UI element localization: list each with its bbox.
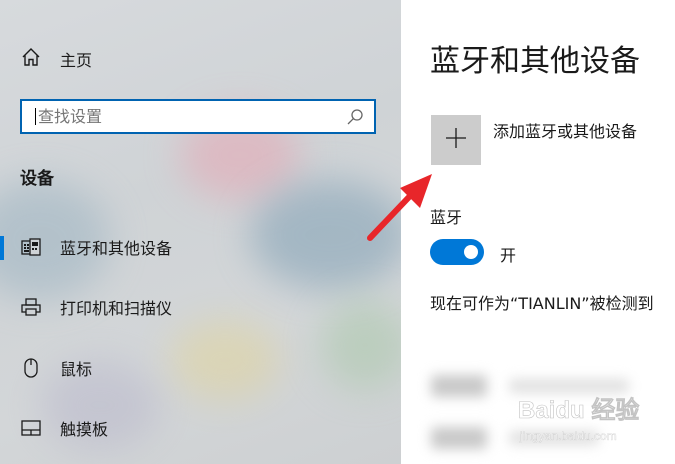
sidebar-item-printers[interactable]: 打印机和扫描仪 — [0, 287, 401, 327]
keyboard-device-icon — [20, 236, 42, 258]
red-arrow-annotation — [367, 174, 432, 241]
add-device-button[interactable] — [431, 115, 481, 165]
nav-home-label: 主页 — [60, 51, 93, 70]
sidebar-item-mouse[interactable]: 鼠标 — [0, 348, 401, 388]
sidebar-item-label: 鼠标 — [60, 360, 93, 379]
home-icon — [20, 46, 42, 72]
watermark-url: jingyan.baidu.com — [519, 429, 617, 443]
plus-icon — [445, 127, 467, 153]
add-device-label[interactable]: 添加蓝牙或其他设备 — [493, 118, 637, 142]
page-title: 蓝牙和其他设备 — [430, 44, 640, 79]
mouse-icon — [20, 357, 42, 379]
blurred-device-icon — [431, 375, 487, 397]
printer-icon — [20, 296, 42, 318]
selection-indicator — [0, 236, 4, 260]
sidebar-item-label: 打印机和扫描仪 — [60, 299, 173, 318]
blurred-device-icon — [431, 427, 487, 449]
search-box[interactable] — [20, 99, 376, 134]
discoverable-status: 现在可作为“TIANLIN”被检测到 — [430, 294, 654, 313]
toggle-state-label: 开 — [500, 246, 517, 265]
watermark-brand: Baidu 经验 — [518, 396, 639, 424]
settings-sidebar: 主页 设备 蓝牙和其他设备 打印机和扫描仪 鼠标 触摸板 — [0, 0, 401, 464]
nav-home[interactable]: 主页 — [20, 45, 92, 73]
sidebar-item-bluetooth[interactable]: 蓝牙和其他设备 — [0, 227, 401, 267]
search-icon[interactable] — [342, 104, 368, 130]
sidebar-item-label: 蓝牙和其他设备 — [60, 239, 173, 258]
section-title: 设备 — [20, 169, 54, 189]
sidebar-item-touchpad[interactable]: 触摸板 — [0, 408, 401, 448]
sidebar-item-label: 触摸板 — [60, 420, 109, 439]
search-input[interactable] — [36, 101, 342, 132]
touchpad-icon — [20, 417, 42, 439]
toggle-knob — [464, 245, 478, 259]
baidu-watermark: Baidu 经验 jingyan.baidu.com — [506, 388, 666, 448]
